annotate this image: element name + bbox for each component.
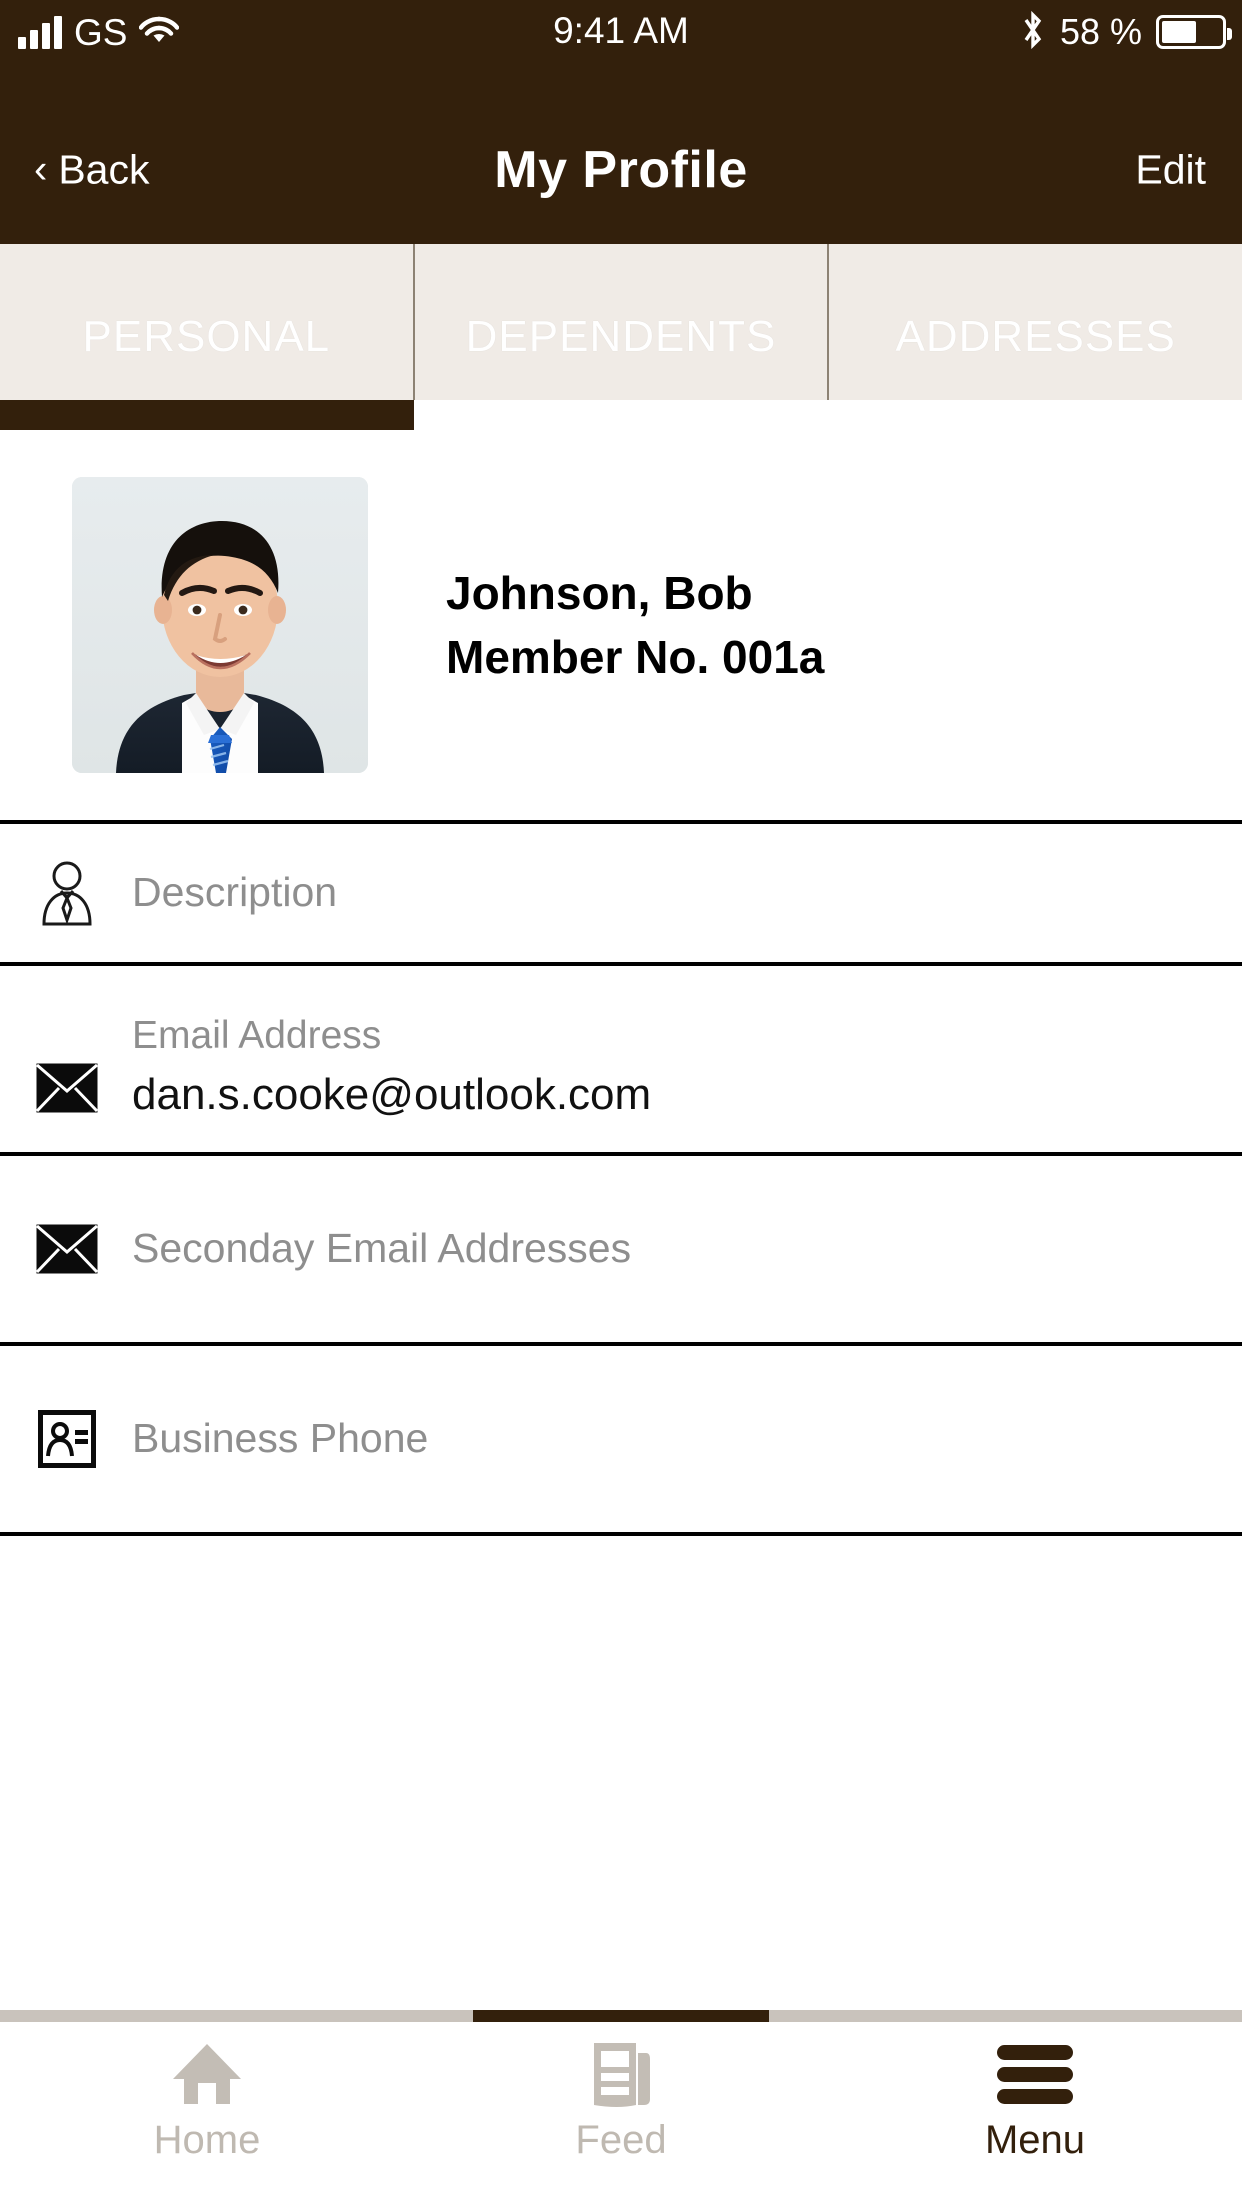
field-label-secondary-emails: Seconday Email Addresses [132,1225,632,1272]
bottom-tab-menu-label: Menu [984,2118,1086,2162]
field-list-filler [0,1536,1242,2010]
profile-member-number: Member No. 001a [446,631,825,683]
field-body-business-phone: Business Phone [132,1415,428,1462]
bottom-tab-bar: Home Feed Menu [0,2022,1242,2208]
field-row-email-address[interactable]: Email Address dan.s.cooke@outlook.com [0,962,1242,1152]
contact-card-icon [28,1410,106,1468]
horizontal-scroll-indicator[interactable] [0,2010,1242,2022]
profile-identity: Johnson, Bob Member No. 001a [446,566,825,683]
tab-personal[interactable]: PERSONAL [0,244,415,430]
field-body-secondary-emails: Seconday Email Addresses [132,1225,631,1272]
hamburger-icon [993,2036,1077,2112]
field-label-business-phone: Business Phone [132,1415,429,1462]
bluetooth-icon [1020,10,1046,55]
scroll-track-right [769,2010,1242,2022]
profile-photo[interactable] [72,477,368,773]
tab-dependents[interactable]: DEPENDENTS [415,244,830,400]
status-bar-right: 58 % [1020,8,1232,56]
home-icon [170,2036,244,2112]
bottom-tab-menu[interactable]: Menu [828,2036,1242,2160]
tab-personal-label: PERSONAL [82,312,331,361]
newspaper-icon [588,2036,654,2112]
field-value-email-address: dan.s.cooke@outlook.com [132,1070,652,1120]
tab-underline-row [0,400,1242,430]
field-label-email-address: Email Address [132,1014,382,1058]
person-tie-icon [28,860,106,926]
tab-addresses[interactable]: ADDRESSES [829,244,1242,400]
field-body-description: Description [132,869,337,916]
bottom-tab-feed[interactable]: Feed [414,2036,828,2160]
app-screen: GS 9:41 AM 58 % ‹ Back My Profile Edit P… [0,0,1242,2208]
field-row-description[interactable]: Description [0,820,1242,962]
page-title: My Profile [494,141,748,199]
nav-bar: ‹ Back My Profile Edit [0,96,1242,244]
scroll-track-left [0,2010,473,2022]
bottom-tab-home[interactable]: Home [0,2036,414,2160]
status-bar: GS 9:41 AM 58 % [0,0,1242,96]
tab-dependents-label: DEPENDENTS [465,312,777,361]
battery-percent-label: 58 % [1059,11,1142,52]
profile-name: Johnson, Bob [446,566,753,619]
tab-active-underline [0,400,414,430]
profile-header: Johnson, Bob Member No. 001a [0,430,1242,820]
envelope-icon [28,1223,106,1275]
tab-addresses-label: ADDRESSES [895,312,1176,361]
field-row-secondary-emails[interactable]: Seconday Email Addresses [0,1152,1242,1342]
segment-tab-bar: PERSONAL DEPENDENTS ADDRESSES [0,244,1242,430]
bottom-tab-feed-label: Feed [575,2118,667,2162]
edit-button[interactable]: Edit [1135,147,1206,194]
envelope-icon [28,1062,106,1114]
bottom-tab-home-label: Home [153,2118,261,2162]
battery-icon [1156,15,1232,49]
field-label-description: Description [132,869,338,916]
scroll-thumb[interactable] [473,2010,769,2022]
field-row-business-phone[interactable]: Business Phone [0,1342,1242,1532]
field-body-email-address: Email Address dan.s.cooke@outlook.com [132,1014,651,1122]
profile-field-list: Description Email Address dan.s.cooke@ou… [0,820,1242,2010]
